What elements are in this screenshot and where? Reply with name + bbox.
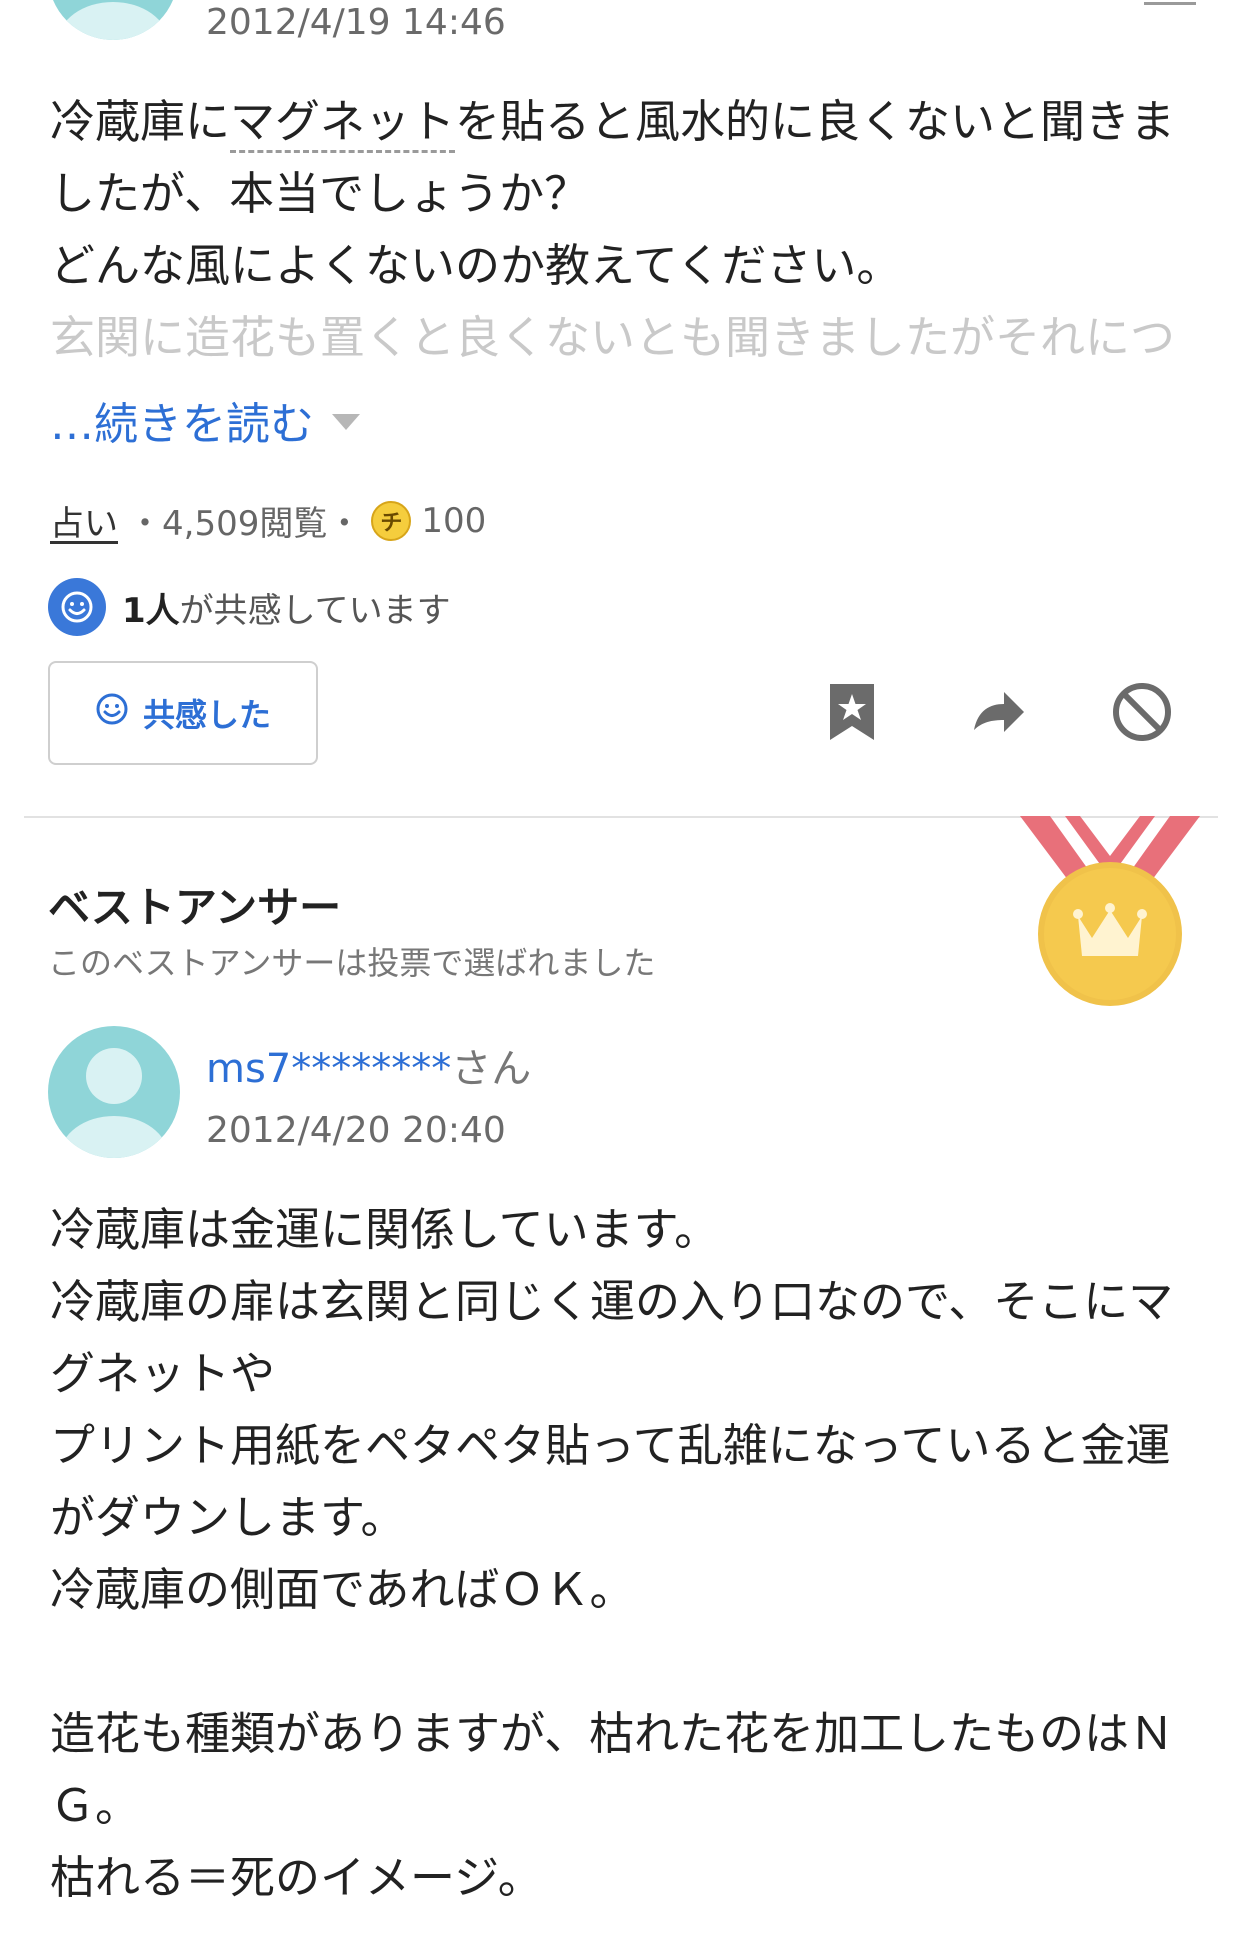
empathize-button-label: 共感した <box>142 696 271 734</box>
smile-icon <box>95 692 129 734</box>
medal-crown-icon <box>1010 816 1210 1016</box>
keyword-link[interactable]: マグネット <box>230 95 456 153</box>
bookmark-icon[interactable] <box>820 680 884 744</box>
answer-line <box>50 1626 1200 1698</box>
read-more-link[interactable]: …続きを読む <box>50 388 360 452</box>
best-answer-subtitle: このベストアンサーは投票で選ばれました <box>48 944 656 982</box>
share-icon[interactable] <box>966 680 1030 744</box>
empathy-text: が共感しています <box>179 590 451 631</box>
answer-line: 冷蔵庫の扉は玄関と同じく運の入り口なので、そこにマ <box>50 1275 1174 1328</box>
answer-line: グネットや <box>50 1347 276 1400</box>
question-meta: 占い ・4,509閲覧・ チ 100 <box>50 496 486 545</box>
coin-icon: チ <box>371 500 412 541</box>
category-link[interactable]: 占い <box>50 496 118 545</box>
answerer-avatar[interactable] <box>48 1026 180 1158</box>
question-date: 2012/4/19 14:46 <box>206 2 506 43</box>
view-count: ・4,509閲覧・ <box>128 504 362 544</box>
smile-icon <box>48 578 106 636</box>
question-line: どんな風によくないのか教えてください。 <box>50 239 902 292</box>
question-avatar <box>48 0 178 40</box>
question-text: 冷蔵庫にマグネットを貼ると風水的に良くないと聞きま したが、本当でしょうか？ ど… <box>50 86 1200 374</box>
answer-line: 枯れる＝死のイメージ。 <box>50 1851 543 1904</box>
best-answer-title: ベストアンサー <box>48 883 342 932</box>
coin-amount: 100 <box>421 500 487 541</box>
answerer-name[interactable]: ms7********さん <box>206 1036 531 1094</box>
block-icon[interactable] <box>1110 680 1174 744</box>
empathize-button[interactable]: 共感した <box>48 661 318 765</box>
answer-line: Ｇ。 <box>50 1779 141 1832</box>
answer-line: 冷蔵庫は金運に関係しています。 <box>50 1203 720 1256</box>
question-line: 冷蔵庫にマグネットを貼ると風水的に良くないと聞きま <box>50 86 1200 158</box>
answer-line: 造花も種類がありますが、枯れた花を加工したものはＮ <box>50 1707 1175 1760</box>
empathy-summary: 1人が共感しています <box>48 578 451 636</box>
answer-date: 2012/4/20 20:40 <box>206 1110 506 1151</box>
question-line-faded: 玄関に造花も置くと良くないとも聞きましたがそれにつ <box>50 311 1176 364</box>
answer-text: 冷蔵庫は金運に関係しています。 冷蔵庫の扉は玄関と同じく運の入り口なので、そこに… <box>50 1194 1200 1914</box>
question-line: したが、本当でしょうか？ <box>50 167 590 220</box>
answer-line: プリント用紙をペタペタ貼って乱雑になっていると金運 <box>50 1419 1171 1472</box>
answer-line: 冷蔵庫の側面であればＯＫ。 <box>50 1563 635 1616</box>
chevron-down-icon <box>332 414 360 430</box>
empathy-count: 1人 <box>122 590 180 631</box>
menu-icon[interactable] <box>1144 0 1196 5</box>
answer-line: がダウンします。 <box>50 1491 406 1544</box>
